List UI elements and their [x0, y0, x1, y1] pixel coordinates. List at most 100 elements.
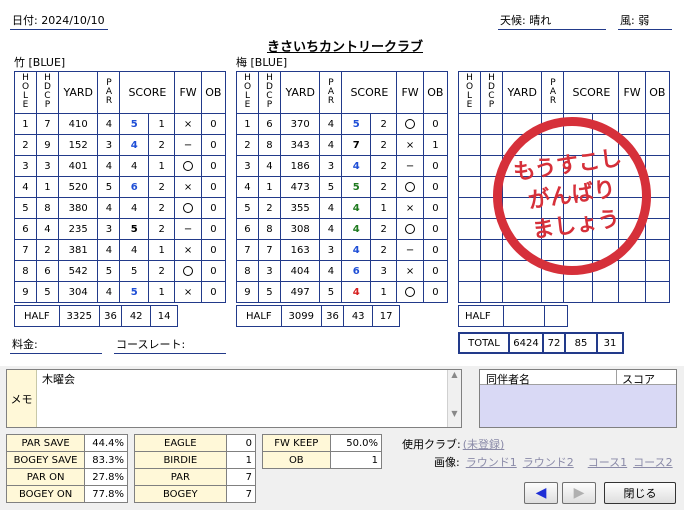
hole-fairway[interactable]: ×: [174, 239, 202, 261]
hole-row[interactable]: 5 2 355 4 4 1 × 0: [236, 197, 449, 219]
hole-score[interactable]: 5: [341, 176, 372, 198]
hole-putt[interactable]: 2: [148, 134, 176, 156]
hole-ob[interactable]: 0: [200, 155, 227, 177]
course2-image-link[interactable]: コース2: [633, 456, 672, 469]
hole-fairway[interactable]: ×: [174, 281, 202, 303]
hole-putt[interactable]: 2: [370, 134, 398, 156]
hole-row[interactable]: 5 8 380 4 4 2 0: [14, 197, 227, 219]
hole-putt[interactable]: 2: [148, 176, 176, 198]
hole-ob[interactable]: 0: [200, 113, 227, 135]
hole-row[interactable]: 3 3 401 4 4 1 0: [14, 155, 227, 177]
hole-score[interactable]: 4: [119, 239, 150, 261]
round2-image-link[interactable]: ラウンド2: [523, 456, 574, 469]
hole-row[interactable]: 9 5 497 5 4 1 0: [236, 281, 449, 303]
hole-ob[interactable]: 0: [200, 134, 227, 156]
hole-ob[interactable]: 0: [200, 176, 227, 198]
hole-score[interactable]: 5: [119, 113, 150, 135]
hole-putt[interactable]: 2: [148, 197, 176, 219]
hole-putt[interactable]: 2: [370, 176, 398, 198]
hole-ob[interactable]: 0: [422, 260, 449, 282]
hole-fairway[interactable]: −: [174, 134, 202, 156]
hole-ob[interactable]: 0: [422, 239, 449, 261]
hole-putt[interactable]: 1: [148, 281, 176, 303]
hole-putt[interactable]: 2: [370, 239, 398, 261]
hole-fairway[interactable]: [174, 197, 202, 219]
hole-fairway[interactable]: [174, 260, 202, 282]
hole-row[interactable]: 1 6 370 4 5 2 0: [236, 113, 449, 135]
hole-row[interactable]: 8 3 404 4 6 3 × 0: [236, 260, 449, 282]
hole-row[interactable]: 6 8 308 4 4 2 0: [236, 218, 449, 240]
hole-putt[interactable]: 1: [148, 155, 176, 177]
hole-putt[interactable]: 2: [370, 155, 398, 177]
memo-scrollbar[interactable]: ▲ ▼: [447, 370, 461, 427]
companions-body[interactable]: [480, 385, 676, 427]
hole-score[interactable]: 5: [119, 260, 150, 282]
hole-fairway[interactable]: −: [174, 218, 202, 240]
hole-score[interactable]: 4: [341, 197, 372, 219]
hole-putt[interactable]: 3: [370, 260, 398, 282]
hole-putt[interactable]: 2: [148, 260, 176, 282]
hole-score[interactable]: 4: [119, 134, 150, 156]
hole-fairway[interactable]: ×: [396, 134, 424, 156]
hole-score[interactable]: 6: [119, 176, 150, 198]
hole-row[interactable]: 9 5 304 4 5 1 × 0: [14, 281, 227, 303]
hole-row[interactable]: 3 4 186 3 4 2−0: [236, 155, 449, 177]
round1-image-link[interactable]: ラウンド1: [466, 456, 517, 469]
hole-row[interactable]: 6 4 235 3 5 2−0: [14, 218, 227, 240]
hole-row[interactable]: 1 7 410 4 5 1 × 0: [14, 113, 227, 135]
hole-ob[interactable]: 1: [422, 134, 449, 156]
hole-row[interactable]: [458, 281, 671, 303]
clubs-link[interactable]: (未登録): [463, 438, 505, 451]
hole-row[interactable]: 4 1 473 5 5 2 0: [236, 176, 449, 198]
course1-image-link[interactable]: コース1: [588, 456, 627, 469]
hole-ob[interactable]: 0: [200, 260, 227, 282]
hole-score[interactable]: 4: [119, 197, 150, 219]
hole-putt[interactable]: 1: [148, 239, 176, 261]
hole-row[interactable]: 2 8 343 4 7 2 × 1: [236, 134, 449, 156]
hole-score[interactable]: 4: [119, 155, 150, 177]
hole-fairway[interactable]: [396, 113, 424, 135]
hole-ob[interactable]: 0: [422, 197, 449, 219]
hole-row[interactable]: 4 1 520 5 6 2 × 0: [14, 176, 227, 198]
hole-ob[interactable]: 0: [200, 197, 227, 219]
hole-ob[interactable]: 0: [422, 281, 449, 303]
hole-score[interactable]: 7: [341, 134, 372, 156]
hole-fairway[interactable]: ×: [396, 197, 424, 219]
hole-fairway[interactable]: [396, 176, 424, 198]
hole-score[interactable]: 4: [341, 239, 372, 261]
hole-putt[interactable]: 2: [370, 113, 398, 135]
hole-score[interactable]: 5: [119, 281, 150, 303]
hole-fairway[interactable]: −: [396, 155, 424, 177]
hole-fairway[interactable]: [396, 281, 424, 303]
hole-score[interactable]: 4: [341, 218, 372, 240]
scroll-down-icon[interactable]: ▼: [448, 409, 461, 418]
hole-putt[interactable]: 1: [370, 281, 398, 303]
hole-score[interactable]: 5: [119, 218, 150, 240]
hole-score[interactable]: 6: [341, 260, 372, 282]
next-button[interactable]: ▶: [562, 482, 596, 504]
hole-row[interactable]: 7 2 381 4 4 1 × 0: [14, 239, 227, 261]
hole-ob[interactable]: 0: [422, 113, 449, 135]
hole-ob[interactable]: 0: [200, 281, 227, 303]
hole-fairway[interactable]: −: [396, 239, 424, 261]
hole-ob[interactable]: 0: [200, 239, 227, 261]
hole-putt[interactable]: 2: [370, 218, 398, 240]
hole-fairway[interactable]: [174, 155, 202, 177]
hole-score[interactable]: 5: [341, 113, 372, 135]
hole-fairway[interactable]: ×: [396, 260, 424, 282]
hole-row[interactable]: 2 9 152 3 4 2−0: [14, 134, 227, 156]
hole-fairway[interactable]: ×: [174, 176, 202, 198]
hole-row[interactable]: 7 7 163 3 4 2−0: [236, 239, 449, 261]
hole-putt[interactable]: 2: [148, 218, 176, 240]
hole-score[interactable]: 4: [341, 281, 372, 303]
hole-score[interactable]: 4: [341, 155, 372, 177]
companions-list[interactable]: 同伴者名 スコア: [479, 369, 677, 428]
scroll-up-icon[interactable]: ▲: [448, 370, 461, 379]
close-button[interactable]: 閉じる: [604, 482, 676, 504]
hole-ob[interactable]: 0: [422, 155, 449, 177]
hole-putt[interactable]: 1: [148, 113, 176, 135]
hole-fairway[interactable]: [396, 218, 424, 240]
memo-text[interactable]: 木曜会: [42, 371, 75, 387]
hole-putt[interactable]: 1: [370, 197, 398, 219]
memo-field[interactable]: メモ 木曜会 ▲ ▼: [6, 369, 462, 428]
